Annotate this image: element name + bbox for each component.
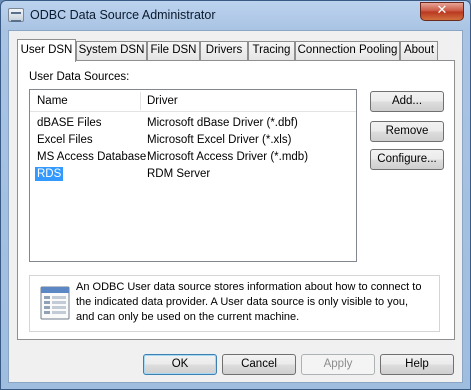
- odbc-app-icon: [8, 8, 24, 22]
- list-item[interactable]: dBASE Files Microsoft dBase Driver (*.db…: [30, 115, 356, 132]
- data-source-driver: RDM Server: [147, 168, 211, 180]
- info-line: An ODBC User data source stores informat…: [76, 281, 422, 293]
- data-source-name-text: MS Access Database: [37, 151, 147, 163]
- data-source-driver: Microsoft dBase Driver (*.dbf): [147, 117, 298, 129]
- ok-button[interactable]: OK: [143, 354, 217, 375]
- info-panel: An ODBC User data source stores informat…: [29, 275, 440, 332]
- tab-user-dsn[interactable]: User DSN: [17, 39, 76, 62]
- column-header-name[interactable]: Name: [30, 90, 140, 112]
- tab-about[interactable]: About: [400, 41, 438, 61]
- data-source-name-text: Excel Files: [37, 134, 93, 146]
- list-header: Name Driver: [30, 90, 356, 112]
- user-data-sources-list[interactable]: Name Driver dBASE Files Microsoft dBase …: [29, 89, 357, 262]
- close-button[interactable]: ✕: [420, 2, 464, 21]
- column-header-driver[interactable]: Driver: [140, 90, 356, 112]
- dialog-client-area: User DSN System DSN File DSN Drivers Tra…: [8, 30, 463, 383]
- apply-button: Apply: [301, 354, 375, 375]
- close-icon: ✕: [436, 3, 448, 18]
- info-text: An ODBC User data source stores informat…: [76, 280, 436, 325]
- add-button[interactable]: Add...: [370, 91, 444, 112]
- data-source-name: MS Access Database: [30, 149, 146, 166]
- data-source-name: Excel Files: [30, 132, 93, 149]
- tab-file-dsn[interactable]: File DSN: [147, 41, 200, 61]
- user-dsn-panel: User Data Sources: Name Driver dBASE Fil…: [17, 60, 455, 340]
- tab-tracing[interactable]: Tracing: [248, 41, 295, 61]
- help-button[interactable]: Help: [380, 354, 454, 375]
- tab-connection-pooling[interactable]: Connection Pooling: [295, 41, 400, 61]
- data-source-driver: Microsoft Access Driver (*.mdb): [147, 151, 309, 163]
- cancel-button[interactable]: Cancel: [222, 354, 296, 375]
- remove-button[interactable]: Remove: [370, 121, 444, 142]
- data-source-driver: Microsoft Excel Driver (*.xls): [147, 134, 292, 146]
- info-line: and can only be used on the current mach…: [76, 311, 300, 323]
- data-source-name: dBASE Files: [30, 115, 102, 132]
- data-source-name-text: dBASE Files: [37, 117, 102, 129]
- user-data-sources-label: User Data Sources:: [29, 71, 130, 83]
- title-bar[interactable]: ODBC Data Source Administrator ✕: [1, 1, 470, 29]
- list-item-selected[interactable]: RDS RDM Server: [30, 166, 356, 183]
- list-item[interactable]: Excel Files Microsoft Excel Driver (*.xl…: [30, 132, 356, 149]
- window-title: ODBC Data Source Administrator: [30, 8, 216, 22]
- list-item[interactable]: MS Access Database Microsoft Access Driv…: [30, 149, 356, 166]
- data-source-name: RDS: [30, 166, 64, 183]
- configure-button[interactable]: Configure...: [370, 149, 444, 170]
- odbc-admin-window: ODBC Data Source Administrator ✕ User DS…: [0, 0, 471, 390]
- tab-drivers[interactable]: Drivers: [200, 41, 248, 61]
- datasource-icon: [40, 286, 70, 320]
- tab-system-dsn[interactable]: System DSN: [76, 41, 147, 61]
- data-source-name-text: RDS: [35, 167, 64, 181]
- info-line: the indicated data provider. A User data…: [76, 296, 409, 308]
